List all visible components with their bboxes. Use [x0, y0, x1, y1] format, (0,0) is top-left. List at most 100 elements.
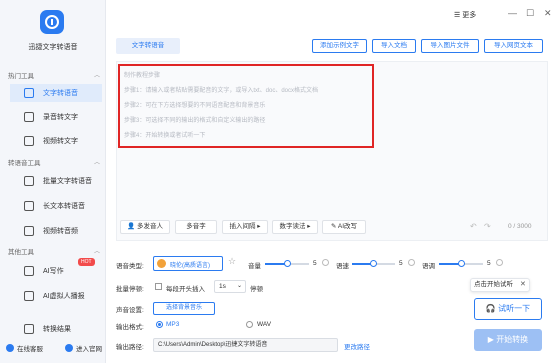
speed-label: 语速	[336, 263, 349, 270]
ai-icon: ✎	[330, 223, 337, 230]
batch-pause-checkbox[interactable]	[155, 283, 162, 290]
import-doc-button[interactable]: 导入文档	[372, 39, 416, 53]
title-bar: ☰ 更多 — ☐ ✕	[106, 0, 554, 32]
section-other-tools[interactable]: 其他工具 ︿	[8, 246, 100, 256]
close-tip-icon[interactable]: ✕	[520, 280, 526, 288]
tab-bar: 文字转语音 添加示例文字 导入文档 导入图片文件 导入网页文本	[106, 36, 554, 56]
slider-handle[interactable]	[457, 260, 465, 267]
batch-pause-text: 每段开头插入	[166, 286, 205, 293]
sidebar-item-long-text-to-speech[interactable]: 长文本转语音	[10, 197, 102, 215]
pitch-value: 5	[487, 260, 491, 267]
headset-icon	[6, 344, 14, 352]
output-path-field[interactable]: C:\Users\Admin\Desktop\迅捷文字转语音	[153, 338, 338, 352]
section-hot-tools[interactable]: 热门工具 ︿	[8, 70, 100, 80]
pause-value: 1s	[219, 283, 226, 290]
change-path-link[interactable]: 更改路径	[344, 341, 370, 351]
import-web-button[interactable]: 导入网页文本	[484, 39, 543, 53]
sidebar-item-video-to-audio[interactable]: 视频转音频	[10, 222, 102, 240]
output-path-label: 输出路径:	[116, 344, 144, 351]
sidebar-item-batch-text-to-speech[interactable]: 批量文字转语音	[10, 172, 102, 190]
redo-icon[interactable]: ↷	[484, 222, 491, 231]
slider-handle[interactable]	[370, 260, 377, 267]
multi-speaker-button[interactable]: 👤 多发音人	[120, 220, 170, 234]
voice-select[interactable]: 晓伦(高质语言)	[153, 256, 223, 271]
choose-bg-music-button[interactable]: 选择背景音乐	[153, 302, 215, 315]
section-voice-tools[interactable]: 转语音工具 ︿	[8, 157, 100, 167]
number-reading-button[interactable]: 数字读法 ▸	[272, 220, 318, 234]
import-image-button[interactable]: 导入图片文件	[421, 39, 479, 53]
sound-setting-label: 声音设置:	[116, 307, 144, 314]
polyphone-button[interactable]: 多音字	[175, 220, 217, 234]
tutorial-step: 步骤1：请输入或者粘贴需要配音的文字，或导入txt、doc、docx格式文档	[124, 88, 319, 94]
website-link[interactable]: 进入官网	[65, 343, 102, 353]
speed-value: 5	[399, 260, 403, 267]
tutorial-step: 步骤2：可在下方选择想要的不同语音配音和背景音乐	[124, 103, 266, 109]
ai-writing-icon	[24, 266, 34, 276]
mp3-radio[interactable]	[156, 321, 163, 328]
sidebar-item-ai-writing[interactable]: AI写作 HOT	[10, 258, 102, 280]
volume-slider[interactable]	[265, 260, 309, 267]
tool-label: 插入间隔	[229, 223, 256, 230]
folder-icon	[24, 324, 34, 334]
chevron-down-icon: ⌄	[236, 283, 242, 289]
sidebar-item-text-to-speech[interactable]: 文字转语音	[10, 84, 102, 102]
chevron-up-icon: ︿	[93, 160, 100, 166]
pitch-reset-icon[interactable]	[496, 259, 503, 266]
app-logo-icon	[40, 10, 64, 34]
slider-handle[interactable]	[283, 260, 291, 267]
section-title: 热门工具	[8, 73, 34, 80]
start-convert-label: 开始转换	[496, 335, 529, 344]
pause-suffix: 停顿	[250, 286, 263, 293]
try-listen-button[interactable]: 🎧 试听一下	[474, 298, 542, 320]
video-audio-icon	[24, 226, 34, 236]
minimize-button[interactable]: —	[508, 8, 517, 18]
wav-label: WAV	[257, 321, 272, 328]
tool-label: AI改写	[337, 223, 358, 230]
text-speech-icon	[24, 88, 34, 98]
voice-type-label: 语音类型:	[116, 263, 144, 270]
hot-badge: HOT	[78, 258, 95, 266]
recording-icon	[24, 112, 34, 122]
tutorial-step: 步骤3：可选择不同的输出的格式和自定义输出的路径	[124, 118, 266, 124]
ai-rewrite-button[interactable]: ✎ AI改写	[322, 220, 366, 234]
headphone-icon: 🎧	[485, 304, 496, 313]
triangle-right-icon: ▸	[257, 223, 261, 230]
sidebar-item-label: AI虚拟人播报	[43, 293, 85, 300]
tutorial-title: 制作教程步骤	[124, 73, 161, 79]
avatar-icon	[24, 291, 34, 301]
volume-reset-icon[interactable]	[322, 259, 329, 266]
close-button[interactable]: ✕	[544, 8, 552, 19]
online-service-link[interactable]: 在线客服	[6, 343, 43, 353]
chevron-up-icon: ︿	[93, 73, 100, 79]
wav-radio[interactable]	[246, 321, 253, 328]
sidebar-item-video-to-text[interactable]: 视频转文字	[10, 132, 102, 150]
speed-slider[interactable]	[352, 260, 395, 267]
section-title: 其他工具	[8, 249, 34, 256]
insert-pause-button[interactable]: 插入间隔 ▸	[222, 220, 268, 234]
speed-reset-icon[interactable]	[408, 259, 415, 266]
more-menu[interactable]: ☰ 更多	[454, 10, 476, 20]
sidebar-item-ai-avatar[interactable]: AI虚拟人播报	[10, 287, 102, 305]
home-icon	[65, 344, 73, 352]
add-example-button[interactable]: 添加示例文字	[312, 39, 367, 53]
maximize-button[interactable]: ☐	[526, 8, 534, 19]
char-count: 0 / 3000	[508, 223, 532, 230]
pitch-slider[interactable]	[439, 260, 483, 267]
pause-duration-select[interactable]: 1s ⌄	[214, 280, 246, 293]
batch-icon	[24, 176, 34, 186]
video-icon	[24, 136, 34, 146]
service-label: 在线客服	[17, 346, 43, 353]
triangle-right-icon: ▸	[307, 223, 311, 230]
start-convert-button[interactable]: ▶ 开始转换	[474, 329, 542, 351]
tab-text-to-speech[interactable]: 文字转语音	[116, 38, 180, 54]
speaker-icon: 👤	[127, 223, 136, 230]
tool-label: 多发音人	[136, 223, 163, 230]
favorite-star-icon[interactable]: ☆	[228, 256, 236, 267]
website-label: 进入官网	[76, 346, 102, 353]
sidebar-item-results[interactable]: 转换结果	[10, 320, 102, 338]
batch-pause-label: 批量停顿:	[116, 286, 144, 293]
sidebar-item-label: 长文本转语音	[43, 203, 85, 210]
undo-icon[interactable]: ↶	[470, 222, 477, 231]
sidebar-item-recording-to-text[interactable]: 录音转文字	[10, 108, 102, 126]
sidebar-item-label: 文字转语音	[43, 90, 78, 97]
